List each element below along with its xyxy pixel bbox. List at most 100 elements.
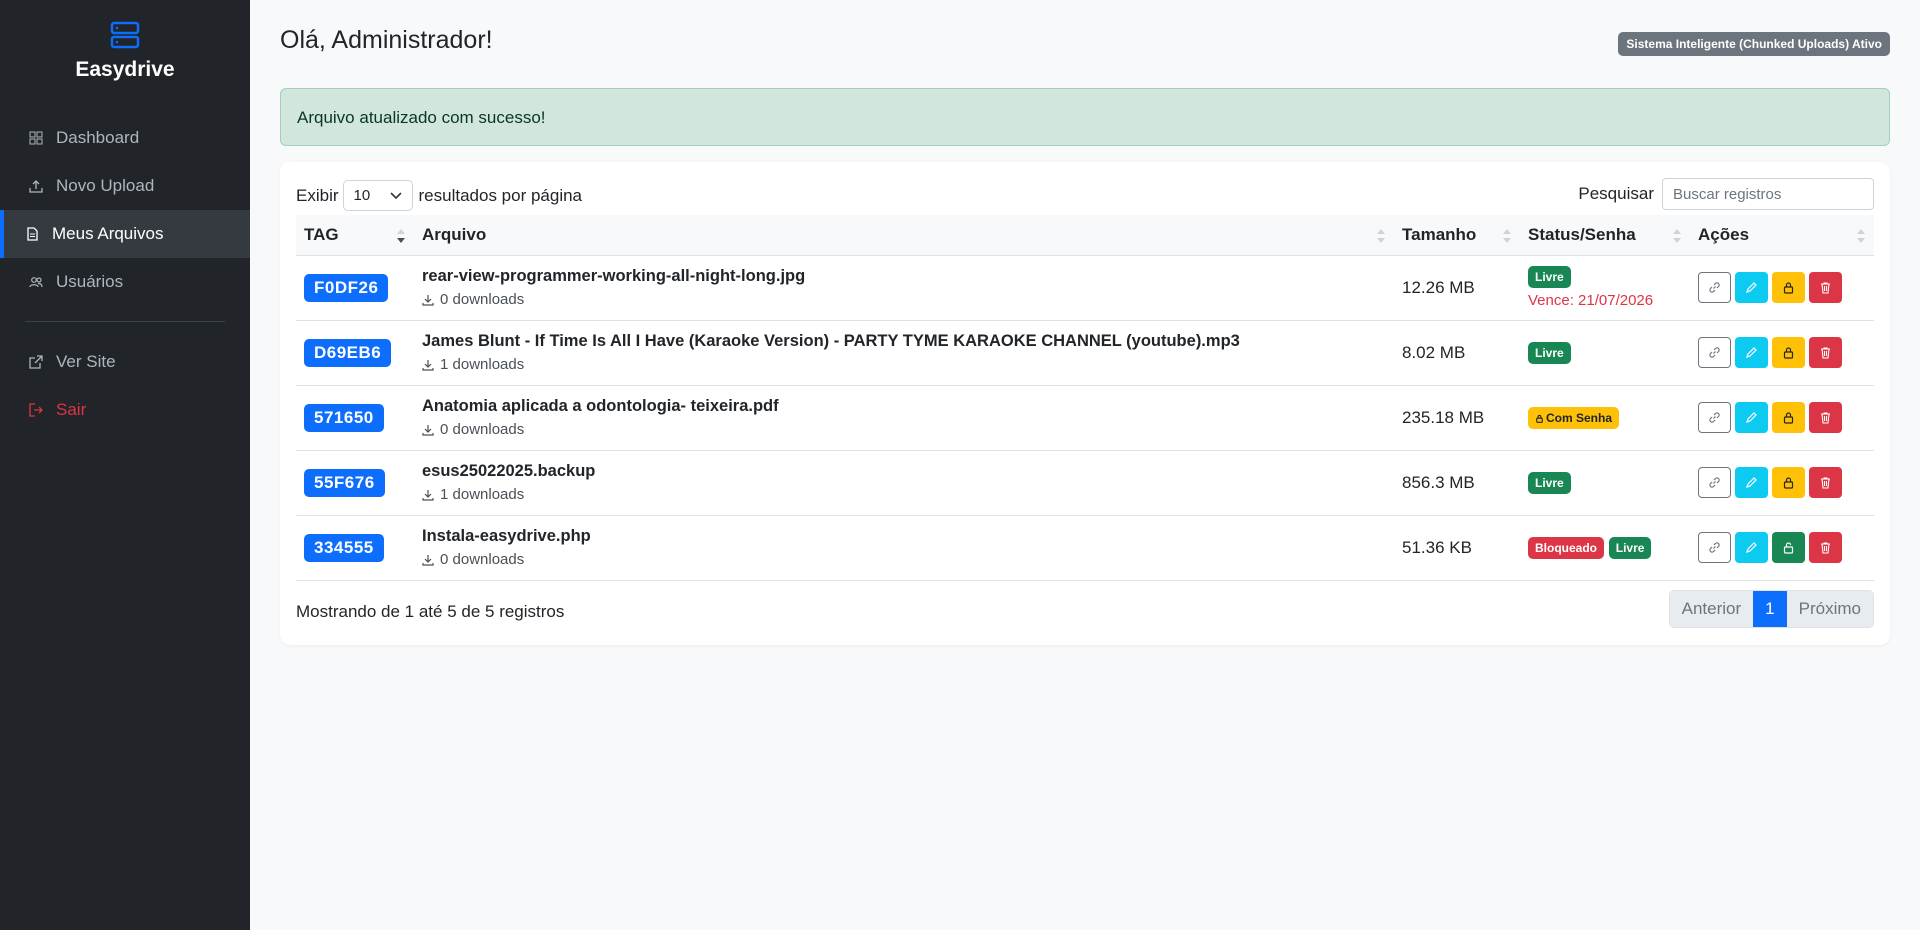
lock-button[interactable]: [1772, 272, 1805, 303]
download-icon: [422, 359, 434, 371]
download-icon: [422, 554, 434, 566]
per-page-label: resultados por página: [418, 185, 583, 205]
sort-icon: [1857, 229, 1865, 243]
sidebar-divider: [25, 321, 225, 322]
pagination-page-current[interactable]: 1: [1753, 591, 1787, 627]
delete-button[interactable]: [1809, 272, 1842, 303]
edit-button[interactable]: [1735, 272, 1768, 303]
brand[interactable]: Easydrive: [0, 0, 250, 94]
pencil-icon: [1746, 412, 1757, 423]
sort-desc-icon: [397, 229, 405, 243]
row-actions: [1698, 402, 1866, 433]
file-name[interactable]: Instala-easydrive.php: [422, 527, 1386, 546]
pencil-icon: [1746, 347, 1757, 358]
table-row: D69EB6 James Blunt - If Time Is All I Ha…: [296, 320, 1874, 386]
file-icon: [27, 227, 38, 241]
lock-icon: [1536, 414, 1543, 423]
status-badge: Livre: [1608, 536, 1652, 559]
external-link-icon: [29, 355, 43, 369]
file-size: 856.3 MB: [1394, 450, 1520, 516]
file-tag[interactable]: D69EB6: [304, 338, 392, 367]
file-tag[interactable]: F0DF26: [304, 273, 389, 302]
copy-link-button[interactable]: [1698, 532, 1731, 563]
sidebar-item-usuarios[interactable]: Usuários: [0, 258, 250, 306]
page-length-control: Exibir 10 resultados por página: [296, 180, 582, 211]
copy-link-button[interactable]: [1698, 337, 1731, 368]
edit-button[interactable]: [1735, 337, 1768, 368]
edit-button[interactable]: [1735, 402, 1768, 433]
sidebar-item-dashboard[interactable]: Dashboard: [0, 114, 250, 162]
sidebar-nav: Dashboard Novo Upload Meus Arquivos Usuá…: [0, 114, 250, 434]
row-actions: [1698, 532, 1866, 563]
copy-link-button[interactable]: [1698, 272, 1731, 303]
edit-button[interactable]: [1735, 532, 1768, 563]
copy-link-button[interactable]: [1698, 402, 1731, 433]
trash-icon: [1821, 282, 1830, 294]
column-header-tag[interactable]: TAG: [296, 215, 414, 256]
file-name[interactable]: Anatomia aplicada a odontologia- teixeir…: [422, 397, 1386, 416]
delete-button[interactable]: [1809, 402, 1842, 433]
download-count: 0 downloads: [422, 551, 1386, 568]
sidebar-item-ver-site[interactable]: Ver Site: [0, 338, 250, 386]
link-icon: [1709, 477, 1720, 488]
logout-icon: [29, 403, 43, 417]
chevron-down-icon: [389, 191, 402, 199]
sidebar-item-label: Usuários: [56, 272, 124, 291]
lock-button[interactable]: [1772, 402, 1805, 433]
row-actions: [1698, 467, 1866, 498]
sidebar-item-meus-arquivos[interactable]: Meus Arquivos: [0, 210, 250, 258]
sidebar-item-sair[interactable]: Sair: [0, 386, 250, 434]
table-row: 55F676 esus25022025.backup 1 downloads 8…: [296, 450, 1874, 516]
sidebar: Easydrive Dashboard Novo Upload Meus Arq…: [0, 0, 250, 930]
main-content: Olá, Administrador! Sistema Inteligente …: [250, 0, 1920, 930]
file-name[interactable]: rear-view-programmer-working-all-night-l…: [422, 267, 1386, 286]
search-input[interactable]: [1662, 178, 1874, 210]
lock-button[interactable]: [1772, 467, 1805, 498]
file-size: 12.26 MB: [1394, 255, 1520, 321]
sidebar-item-novo-upload[interactable]: Novo Upload: [0, 162, 250, 210]
trash-icon: [1821, 347, 1830, 359]
lock-button[interactable]: [1772, 337, 1805, 368]
trash-icon: [1821, 412, 1830, 424]
show-label: Exibir: [296, 185, 339, 205]
table-row: 571650 Anatomia aplicada a odontologia- …: [296, 385, 1874, 451]
column-header-arquivo[interactable]: Arquivo: [414, 215, 1394, 256]
download-icon: [422, 294, 434, 306]
page-length-value: 10: [353, 187, 371, 204]
unlock-icon: [1783, 542, 1794, 554]
search-label: Pesquisar: [1578, 184, 1654, 203]
upload-icon: [29, 180, 43, 193]
users-icon: [29, 277, 43, 288]
file-size: 51.36 KB: [1394, 515, 1520, 581]
download-icon: [422, 424, 434, 436]
file-tag[interactable]: 334555: [304, 533, 384, 562]
file-name[interactable]: esus25022025.backup: [422, 462, 1386, 481]
unlock-button[interactable]: [1772, 532, 1805, 563]
column-header-acoes[interactable]: Ações: [1690, 215, 1874, 256]
file-tag[interactable]: 571650: [304, 403, 384, 432]
download-count: 0 downloads: [422, 421, 1386, 438]
copy-link-button[interactable]: [1698, 467, 1731, 498]
download-count: 0 downloads: [422, 291, 1386, 308]
column-header-status[interactable]: Status/Senha: [1520, 215, 1690, 256]
sidebar-item-label: Meus Arquivos: [52, 224, 164, 243]
lock-icon: [1783, 282, 1794, 294]
delete-button[interactable]: [1809, 467, 1842, 498]
pagination-next[interactable]: Próximo: [1786, 591, 1873, 627]
link-icon: [1709, 542, 1720, 553]
edit-button[interactable]: [1735, 467, 1768, 498]
pagination-previous[interactable]: Anterior: [1669, 591, 1754, 627]
column-header-tamanho[interactable]: Tamanho: [1394, 215, 1520, 256]
sidebar-item-label: Sair: [56, 400, 87, 419]
file-name[interactable]: James Blunt - If Time Is All I Have (Kar…: [422, 332, 1386, 351]
file-tag[interactable]: 55F676: [304, 468, 385, 497]
row-actions: [1698, 337, 1866, 368]
page-length-select[interactable]: 10: [342, 180, 413, 211]
success-alert: Arquivo atualizado com sucesso!: [280, 88, 1890, 146]
table-row: F0DF26 rear-view-programmer-working-all-…: [296, 255, 1874, 321]
delete-button[interactable]: [1809, 532, 1842, 563]
system-status-badge: Sistema Inteligente (Chunked Uploads) At…: [1618, 32, 1890, 56]
delete-button[interactable]: [1809, 337, 1842, 368]
table-info: Mostrando de 1 até 5 de 5 registros: [296, 602, 565, 621]
file-size: 235.18 MB: [1394, 385, 1520, 451]
